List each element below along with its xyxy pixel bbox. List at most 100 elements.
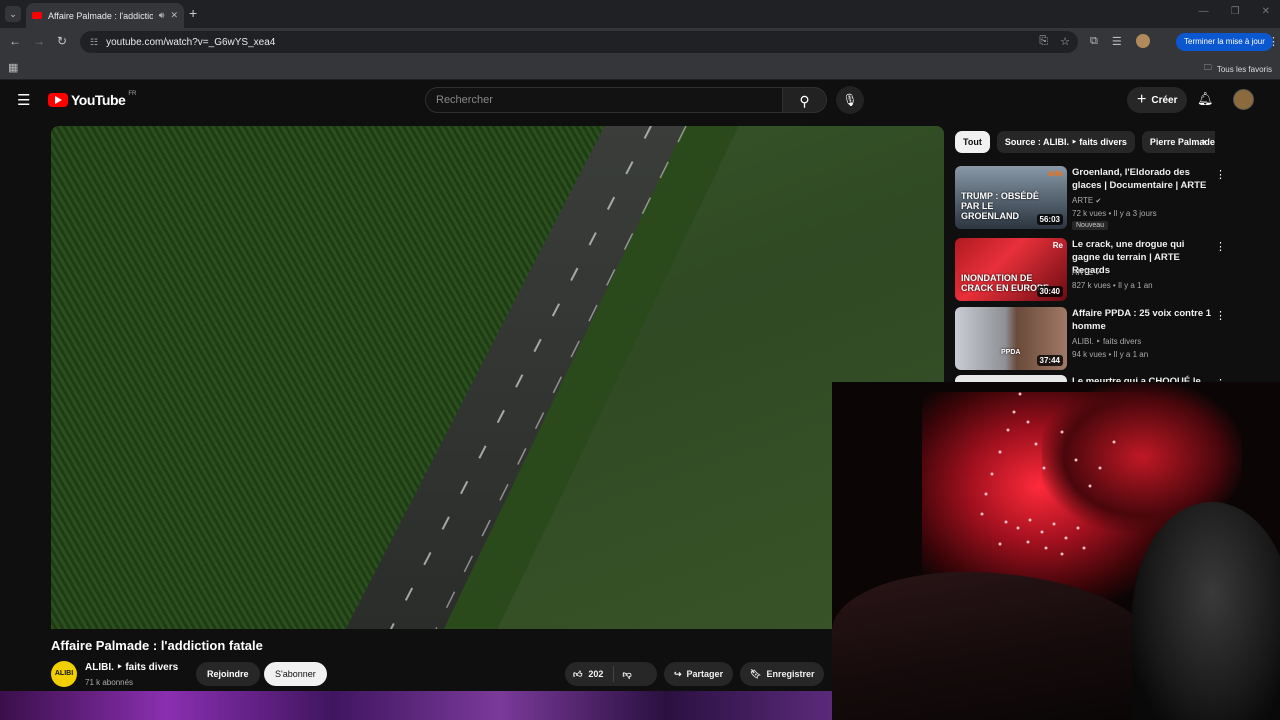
recommendation-item[interactable]: PPDA 37:44 Affaire PPDA : 25 voix contre… xyxy=(955,307,1265,371)
recommendation-meta: 827 k vues • Il y a 1 an xyxy=(1072,281,1153,290)
all-bookmarks-button[interactable]: 🗀 Tous les favoris xyxy=(1204,62,1272,76)
browser-tab-strip: ⌄ Affaire Palmade : l'addictio 🔊︎ ✕ + — … xyxy=(0,0,1280,28)
recommendation-title[interactable]: Groenland, l'Eldorado des glaces | Docum… xyxy=(1072,166,1212,192)
webcam-overlay xyxy=(832,382,1280,720)
video-duration: 30:40 xyxy=(1036,286,1063,297)
maximize-icon[interactable]: ❐ xyxy=(1231,6,1240,17)
channel-name[interactable]: ALIBI. ‣ faits divers xyxy=(85,662,178,673)
verified-icon: ✔ xyxy=(1095,198,1102,205)
profile-avatar-icon[interactable] xyxy=(1135,34,1150,48)
recommendation-meta: 72 k vues • Il y a 3 jours xyxy=(1072,209,1157,218)
recommendation-item[interactable]: arte TRUMP : OBSÉDÉ PAR LE GROENLAND 56:… xyxy=(955,166,1265,230)
more-options-icon[interactable]: ⋮ xyxy=(1215,168,1226,181)
recommendation-meta: 94 k vues • Il y a 1 an xyxy=(1072,350,1149,359)
youtube-logo[interactable]: YouTube FR xyxy=(48,91,137,108)
save-label: Enregistrer xyxy=(766,669,815,679)
recommendation-channel[interactable]: ALIBI. ‣ faits divers xyxy=(1072,337,1141,346)
channel-label: ARTE xyxy=(1072,196,1094,205)
share-arrow-icon: ↪ xyxy=(674,668,682,679)
chevron-right-icon[interactable]: › xyxy=(1202,136,1206,148)
channel-avatar[interactable]: ALIBI xyxy=(51,661,77,687)
tab-title: Affaire Palmade : l'addictio xyxy=(48,10,153,21)
speaker-icon[interactable]: 🔊︎ xyxy=(159,10,165,21)
subscribe-button[interactable]: S'abonner xyxy=(264,662,327,686)
hamburger-menu-icon[interactable]: ☰ xyxy=(17,91,30,109)
new-tab-button[interactable]: + xyxy=(189,5,197,21)
notifications-bell-icon[interactable]: 🔔︎ xyxy=(1197,91,1214,107)
filter-chips: Tout Source : ALIBI. ‣ faits divers Pier… xyxy=(955,131,1215,153)
youtube-favicon-icon xyxy=(32,12,42,19)
bookmarks-bar: ▦ 🗀 Tous les favoris xyxy=(0,56,1280,80)
like-button[interactable]: 👍︎ 202 xyxy=(565,666,615,682)
address-bar[interactable]: ☷ youtube.com/watch?v=_G6wYS_xea4 ⎘ ☆ xyxy=(80,31,1078,53)
video-frame-road-markings xyxy=(390,126,687,629)
reading-list-icon[interactable]: ☰ xyxy=(1112,35,1122,48)
recommendation-title[interactable]: Affaire PPDA : 25 voix contre 1 homme xyxy=(1072,307,1212,333)
recommendation-channel[interactable]: ARTE ✔ xyxy=(1072,268,1101,277)
create-button[interactable]: + Créer xyxy=(1127,87,1188,113)
recommendation-channel[interactable]: ARTE ✔ xyxy=(1072,196,1101,205)
extensions-icon[interactable]: ⧉ xyxy=(1090,35,1098,48)
toolbar-extensions: ⧉ ☰ xyxy=(1090,34,1150,48)
browser-tab-active[interactable]: Affaire Palmade : l'addictio 🔊︎ ✕ xyxy=(26,3,184,28)
close-window-icon[interactable]: ✕ xyxy=(1262,6,1270,17)
install-app-icon[interactable]: ⎘ xyxy=(1039,35,1048,48)
account-avatar[interactable] xyxy=(1233,89,1254,110)
reload-icon[interactable]: ↻ xyxy=(57,34,67,48)
back-icon[interactable]: ← xyxy=(9,34,21,48)
country-code: FR xyxy=(128,91,137,97)
share-label: Partager xyxy=(686,669,724,679)
share-button[interactable]: ↪ Partager xyxy=(664,662,734,686)
bookmark-icon: 🔖︎ xyxy=(750,668,762,679)
create-label: Créer xyxy=(1151,94,1178,106)
chip-all[interactable]: Tout xyxy=(955,131,990,153)
recommendation-item[interactable]: Re INONDATION DE CRACK EN EUROPE 30:40 L… xyxy=(955,238,1265,302)
update-button[interactable]: Terminer la mise à jour xyxy=(1176,33,1273,51)
video-duration: 56:03 xyxy=(1036,214,1063,225)
thumbs-down-icon: 👎︎ xyxy=(622,668,632,679)
more-options-icon[interactable]: ⋮ xyxy=(1215,309,1226,322)
overlay-bottom-strip xyxy=(0,691,832,720)
bookmark-star-icon[interactable]: ☆ xyxy=(1060,35,1070,48)
forward-icon[interactable]: → xyxy=(33,34,45,48)
more-options-icon[interactable]: ⋮ xyxy=(1215,240,1226,253)
thumbs-up-icon: 👍︎ xyxy=(573,668,583,679)
youtube-header: ☰ YouTube FR Rechercher ⚲ 🎙︎ + Créer 🔔︎ xyxy=(0,81,1280,119)
join-button[interactable]: Rejoindre xyxy=(196,662,260,686)
microphone-icon: 🎙︎ xyxy=(842,93,858,107)
close-tab-icon[interactable]: ✕ xyxy=(170,10,178,21)
minimize-icon[interactable]: — xyxy=(1199,6,1209,17)
folder-icon: 🗀 xyxy=(1203,63,1212,72)
video-thumbnail[interactable]: Re INONDATION DE CRACK EN EUROPE 30:40 xyxy=(955,238,1067,301)
like-dislike-group: 👍︎ 202 👎︎ xyxy=(565,662,657,686)
thumbnail-brand: arte xyxy=(1048,169,1063,178)
thumbnail-brand: Re xyxy=(1052,241,1063,250)
voice-search-button[interactable]: 🎙︎ xyxy=(836,86,864,114)
video-thumbnail[interactable]: arte TRUMP : OBSÉDÉ PAR LE GROENLAND 56:… xyxy=(955,166,1067,229)
search-icon: ⚲ xyxy=(799,93,810,109)
tab-search-icon[interactable]: ⌄ xyxy=(5,6,21,22)
video-thumbnail[interactable]: PPDA 37:44 xyxy=(955,307,1067,370)
video-player[interactable] xyxy=(51,126,944,629)
thumbnail-caption: PPDA xyxy=(1001,349,1021,356)
channel-label: ARTE xyxy=(1072,268,1094,277)
url-text: youtube.com/watch?v=_G6wYS_xea4 xyxy=(106,36,276,48)
search-input[interactable]: Rechercher xyxy=(425,87,783,113)
site-info-icon[interactable]: ☷ xyxy=(90,37,98,48)
video-duration: 37:44 xyxy=(1036,355,1063,366)
chip-source[interactable]: Source : ALIBI. ‣ faits divers xyxy=(996,131,1135,153)
video-title: Affaire Palmade : l'addiction fatale xyxy=(51,638,263,653)
plus-icon: + xyxy=(1137,91,1147,108)
youtube-play-logo-icon xyxy=(48,93,68,107)
omnibox-actions: ⎘ ☆ xyxy=(1039,35,1070,48)
save-button[interactable]: 🔖︎ Enregistrer xyxy=(740,662,825,686)
browser-toolbar: ← → ↻ ☷ youtube.com/watch?v=_G6wYS_xea4 … xyxy=(0,28,1280,56)
apps-grid-icon[interactable]: ▦ xyxy=(8,61,18,74)
all-bookmarks-label: Tous les favoris xyxy=(1216,64,1272,74)
browser-menu-icon[interactable]: ⋮ xyxy=(1268,35,1279,48)
verified-icon: ✔ xyxy=(1095,270,1102,277)
window-controls: — ❐ ✕ xyxy=(1199,6,1270,17)
search-button[interactable]: ⚲ xyxy=(783,87,827,113)
dislike-button[interactable]: 👎︎ xyxy=(614,669,639,680)
like-count: 202 xyxy=(588,669,604,679)
